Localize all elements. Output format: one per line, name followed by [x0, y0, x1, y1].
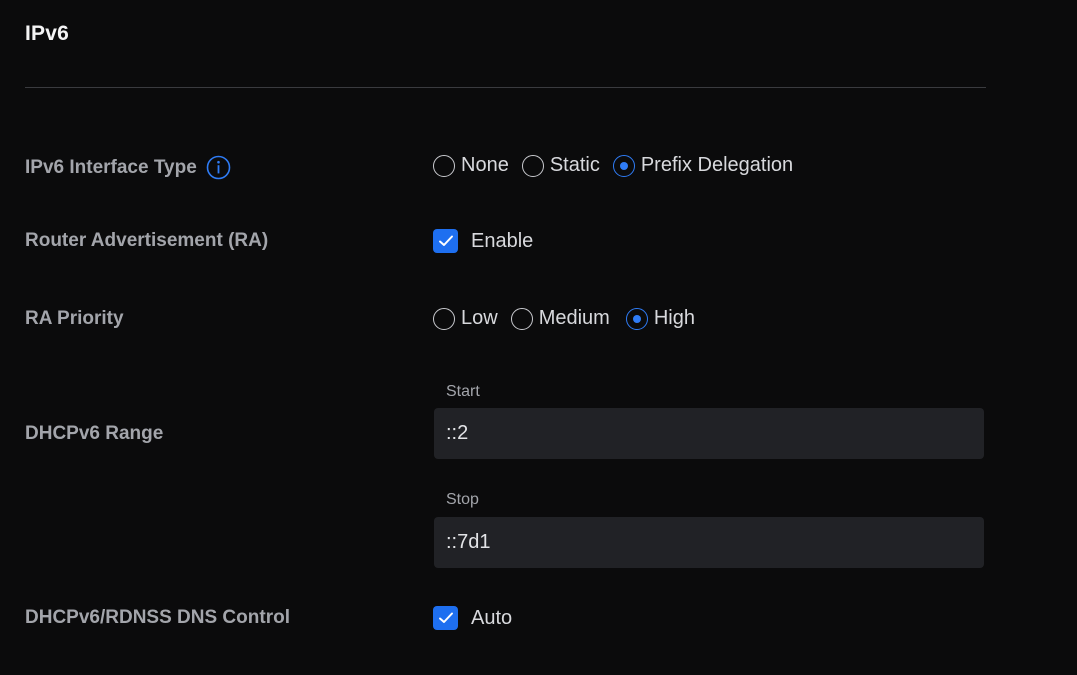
- dhcpv6-range-label: DHCPv6 Range: [25, 423, 164, 444]
- dns-control-label: DHCPv6/RDNSS DNS Control: [25, 607, 290, 628]
- interface-type-row-label: IPv6 Interface Type: [25, 155, 231, 180]
- dhcpv6-range-row-label: DHCPv6 Range: [25, 423, 163, 445]
- radio-circle-high[interactable]: [625, 307, 648, 330]
- router-advertisement-row-label: Router Advertisement (RA): [25, 230, 268, 252]
- interface-type-label: IPv6 Interface Type: [25, 156, 197, 178]
- dns-auto-checkbox[interactable]: [433, 606, 458, 630]
- section-title: IPv6: [25, 22, 69, 45]
- radio-circle-prefix-delegation[interactable]: [612, 154, 635, 177]
- section-divider: [25, 87, 986, 88]
- ra-priority-option-medium[interactable]: Medium: [510, 307, 610, 330]
- ra-enable-checkbox[interactable]: [433, 229, 458, 253]
- checkmark-icon: [438, 612, 453, 623]
- ra-priority-option-low[interactable]: Low: [433, 307, 498, 330]
- ra-priority-radio-group: Low Medium High: [433, 307, 708, 330]
- router-advertisement-label: Router Advertisement (RA): [25, 230, 269, 251]
- ra-priority-label: RA Priority: [25, 308, 124, 329]
- interface-type-radio-group: None Static Prefix Delegation: [433, 154, 806, 177]
- range-stop-caption: Stop: [446, 491, 479, 508]
- interface-type-prefix-delegation-label: Prefix Delegation: [640, 154, 794, 176]
- interface-type-static-label: Static: [549, 154, 600, 176]
- info-icon[interactable]: [206, 155, 231, 180]
- ra-enable-label[interactable]: Enable: [471, 230, 533, 253]
- range-start-input[interactable]: [434, 408, 984, 459]
- ra-priority-medium-label: Medium: [538, 307, 610, 329]
- dns-control-row-label: DHCPv6/RDNSS DNS Control: [25, 607, 290, 629]
- radio-circle-low[interactable]: [433, 307, 455, 330]
- interface-type-option-prefix-delegation[interactable]: Prefix Delegation: [612, 154, 794, 177]
- dns-auto-label[interactable]: Auto: [471, 607, 512, 630]
- dns-control-control: Auto: [433, 606, 512, 630]
- router-advertisement-control: Enable: [433, 229, 533, 253]
- radio-circle-medium[interactable]: [510, 307, 533, 330]
- ra-priority-option-high[interactable]: High: [625, 307, 695, 330]
- ipv6-settings-panel: IPv6 IPv6 Interface Type None Static Pre…: [0, 0, 1077, 675]
- radio-circle-static[interactable]: [521, 154, 544, 177]
- range-stop-input[interactable]: [434, 517, 984, 568]
- range-start-caption: Start: [446, 383, 480, 400]
- checkmark-icon: [438, 235, 453, 246]
- ra-priority-high-label: High: [653, 307, 695, 329]
- interface-type-option-static[interactable]: Static: [521, 154, 600, 177]
- ra-priority-low-label: Low: [461, 307, 498, 329]
- interface-type-option-none[interactable]: None: [433, 154, 509, 177]
- ra-priority-row-label: RA Priority: [25, 308, 124, 330]
- interface-type-none-label: None: [461, 154, 509, 176]
- radio-circle-none[interactable]: [433, 154, 455, 177]
